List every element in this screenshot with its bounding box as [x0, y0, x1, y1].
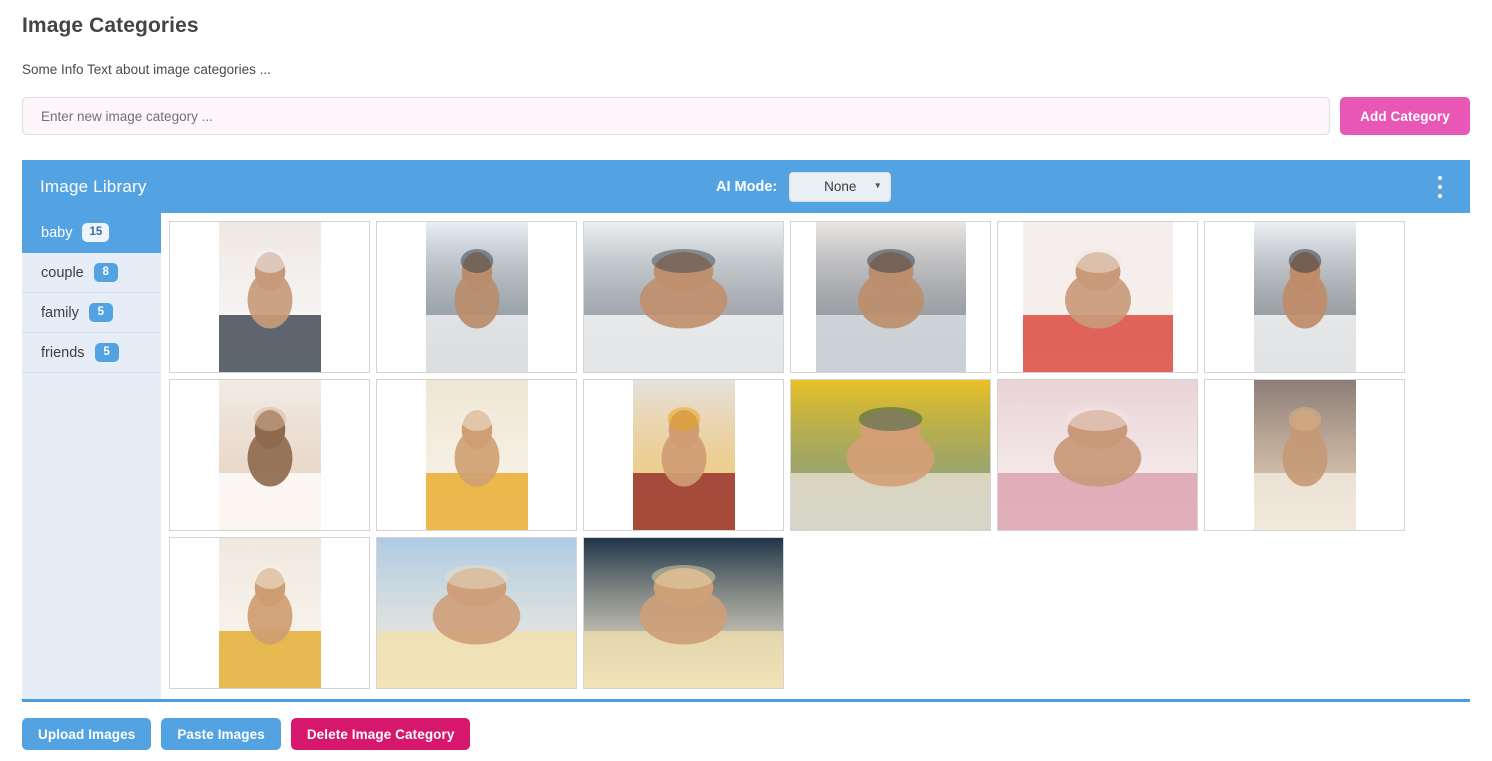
image-thumbnail-cell[interactable] — [997, 221, 1198, 373]
category-count-badge: 5 — [88, 302, 113, 323]
image-thumbnail-cell[interactable] — [790, 221, 991, 373]
image-thumbnail — [1253, 380, 1356, 530]
upload-images-button[interactable]: Upload Images — [22, 718, 152, 750]
image-thumbnail-cell[interactable] — [169, 537, 370, 689]
delete-image-category-button[interactable]: Delete Image Category — [290, 718, 471, 750]
category-sidebar: baby 15 couple 8 family 5 friends 5 — [22, 213, 161, 699]
image-thumbnail — [218, 380, 321, 530]
add-category-row: Add Category — [22, 97, 1470, 135]
category-name: baby — [41, 224, 73, 241]
page-title: Image Categories — [22, 14, 199, 37]
image-library-card: Image Library AI Mode: None ▾ baby 15 co… — [22, 160, 1470, 702]
new-category-input[interactable] — [22, 97, 1330, 135]
image-thumbnail — [584, 538, 783, 688]
image-thumbnail — [218, 538, 321, 688]
page-info-text: Some Info Text about image categories ..… — [22, 62, 271, 77]
image-thumbnail-cell[interactable] — [169, 221, 370, 373]
category-name: family — [41, 304, 79, 321]
kebab-dot — [1438, 175, 1442, 180]
image-grid-area — [161, 213, 1470, 699]
image-thumbnail-cell[interactable] — [169, 379, 370, 531]
image-thumbnail — [218, 222, 321, 372]
category-count-badge: 8 — [93, 262, 118, 283]
category-count-badge: 5 — [94, 342, 119, 363]
image-thumbnail — [1022, 222, 1173, 372]
kebab-dot — [1438, 193, 1442, 198]
kebab-menu-icon[interactable] — [1431, 175, 1449, 198]
image-thumbnail — [632, 380, 735, 530]
paste-images-button[interactable]: Paste Images — [161, 718, 281, 750]
image-thumbnail — [998, 380, 1197, 530]
add-category-button[interactable]: Add Category — [1340, 97, 1470, 135]
ai-mode-select[interactable]: None — [789, 171, 892, 202]
page-root: Image Categories Some Info Text about im… — [0, 0, 1492, 761]
image-thumbnail — [425, 380, 528, 530]
category-name: friends — [41, 344, 85, 361]
image-thumbnail-cell[interactable] — [997, 379, 1198, 531]
image-thumbnail — [377, 538, 576, 688]
category-count-badge: 15 — [82, 222, 110, 243]
kebab-dot — [1438, 184, 1442, 189]
image-thumbnail — [815, 222, 966, 372]
image-library-header: Image Library AI Mode: None ▾ — [22, 160, 1470, 213]
category-name: couple — [41, 264, 84, 281]
image-thumbnail-cell[interactable] — [583, 379, 784, 531]
image-thumbnail — [1253, 222, 1356, 372]
image-grid — [169, 221, 1470, 689]
image-thumbnail-cell[interactable] — [1204, 221, 1405, 373]
ai-mode-label: AI Mode: — [716, 178, 778, 195]
sidebar-item-baby[interactable]: baby 15 — [22, 213, 161, 253]
image-library-title: Image Library — [40, 176, 147, 196]
image-thumbnail — [425, 222, 528, 372]
image-thumbnail-cell[interactable] — [583, 537, 784, 689]
image-thumbnail-cell[interactable] — [583, 221, 784, 373]
image-thumbnail — [584, 222, 783, 372]
image-library-body: baby 15 couple 8 family 5 friends 5 — [22, 213, 1470, 699]
image-thumbnail-cell[interactable] — [1204, 379, 1405, 531]
image-thumbnail-cell[interactable] — [790, 379, 991, 531]
image-thumbnail-cell[interactable] — [376, 537, 577, 689]
library-action-buttons: Upload Images Paste Images Delete Image … — [22, 718, 1470, 761]
image-thumbnail-cell[interactable] — [376, 379, 577, 531]
ai-mode-select-shell: None ▾ — [789, 171, 892, 202]
image-thumbnail — [791, 380, 990, 530]
sidebar-item-couple[interactable]: couple 8 — [22, 253, 161, 293]
image-thumbnail-cell[interactable] — [376, 221, 577, 373]
ai-mode-control: AI Mode: None ▾ — [716, 171, 892, 202]
sidebar-item-family[interactable]: family 5 — [22, 293, 161, 333]
sidebar-item-friends[interactable]: friends 5 — [22, 333, 161, 373]
